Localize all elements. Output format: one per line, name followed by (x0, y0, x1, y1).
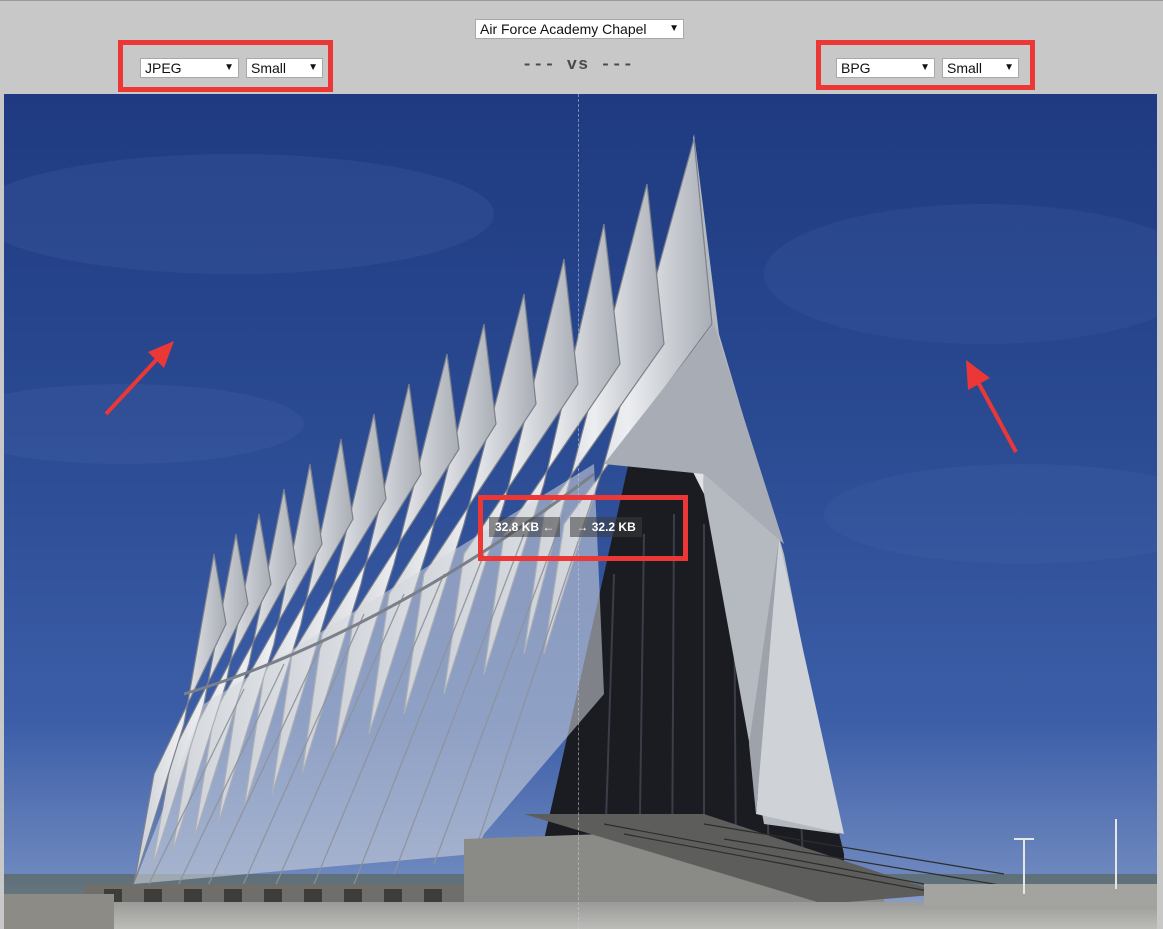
chevron-down-icon: ▼ (669, 23, 679, 34)
size-readout-highlight (478, 495, 688, 561)
right-annotation-arrow-icon (966, 360, 1018, 453)
left-controls-highlight (118, 40, 333, 92)
compare-page: Air Force Academy Chapel ▼ JPEG ▼ Small … (0, 0, 1163, 929)
left-annotation-arrow-icon (104, 341, 174, 416)
image-select[interactable]: Air Force Academy Chapel ▼ (475, 19, 684, 39)
right-controls-highlight (816, 40, 1035, 90)
vs-label: --- vs --- (521, 56, 635, 75)
image-select-value: Air Force Academy Chapel (480, 21, 647, 37)
